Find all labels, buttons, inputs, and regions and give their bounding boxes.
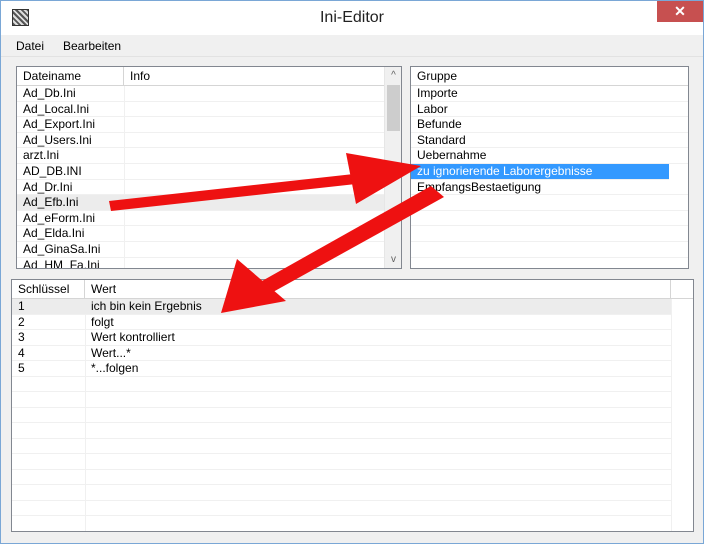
scroll-up-icon[interactable]: ^	[385, 67, 401, 84]
value-row[interactable]: 1 ich bin kein Ergebnis	[12, 299, 671, 315]
file-name: Ad_Elda.Ini	[23, 226, 85, 241]
empty-row	[12, 377, 671, 392]
file-name: Ad_Export.Ini	[23, 117, 96, 132]
empty-row	[411, 226, 688, 242]
column-header-dateiname[interactable]: Dateiname	[17, 67, 124, 85]
group-row[interactable]: zu ignorierende Laborergebnisse	[411, 164, 669, 180]
file-name: Ad_Efb.Ini	[23, 195, 79, 210]
title-bar: Ini-Editor ✕	[1, 1, 703, 35]
empty-row	[12, 516, 671, 531]
key-cell: 1	[18, 299, 25, 313]
group-row[interactable]: Befunde	[411, 117, 688, 133]
group-list-header: Gruppe	[411, 67, 688, 86]
file-row[interactable]: Ad_HM_Fa.Ini	[17, 257, 385, 269]
file-row[interactable]: Ad_Dr.Ini	[17, 180, 385, 196]
group-list[interactable]: Gruppe Importe Labor Befunde Standard Uebern…	[410, 66, 689, 269]
value-cell: *...folgen	[91, 361, 139, 375]
column-header-gruppe[interactable]: Gruppe	[411, 67, 688, 85]
close-button[interactable]: ✕	[657, 1, 703, 22]
menu-bar: Datei Bearbeiten	[1, 35, 703, 57]
value-row[interactable]: 3 Wert kontrolliert	[12, 330, 671, 346]
file-name: arzt.Ini	[23, 148, 60, 163]
empty-row	[12, 501, 671, 516]
file-row[interactable]: Ad_Export.Ini	[17, 117, 385, 133]
group-row[interactable]: Standard	[411, 133, 688, 149]
empty-row	[12, 392, 671, 408]
scroll-down-icon[interactable]: v	[385, 251, 401, 268]
empty-row	[12, 408, 671, 423]
file-name: Ad_GinaSa.Ini	[23, 242, 101, 256]
file-name: Ad_Local.Ini	[23, 101, 90, 116]
value-row[interactable]: 5 *...folgen	[12, 361, 671, 377]
empty-row	[411, 195, 688, 211]
empty-row	[12, 423, 671, 439]
empty-row	[12, 485, 671, 501]
column-header-schluessel[interactable]: Schlüssel	[12, 280, 85, 298]
column-header-wert[interactable]: Wert	[85, 280, 671, 298]
group-name: Labor	[417, 101, 448, 116]
key-cell: 4	[18, 345, 25, 360]
value-cell: ich bin kein Ergebnis	[91, 299, 202, 313]
group-name: Uebernahme	[417, 148, 487, 163]
value-cell: Wert...*	[91, 345, 131, 360]
file-row[interactable]: Ad_Elda.Ini	[17, 226, 385, 242]
column-divider	[671, 299, 672, 531]
value-cell: folgt	[91, 314, 114, 329]
file-row[interactable]: arzt.Ini	[17, 148, 385, 164]
file-row[interactable]: Ad_Local.Ini	[17, 102, 385, 118]
group-name: Befunde	[417, 117, 462, 132]
value-row[interactable]: 4 Wert...*	[12, 345, 671, 361]
value-list-header: Schlüssel Wert	[12, 280, 693, 299]
empty-row	[411, 211, 688, 227]
empty-row	[12, 439, 671, 454]
file-name: AD_DB.INI	[23, 164, 82, 178]
file-row[interactable]: AD_DB.INI	[17, 164, 385, 180]
file-row[interactable]: Ad_Db.Ini	[17, 86, 385, 102]
file-row[interactable]: Ad_eForm.Ini	[17, 211, 385, 227]
group-name: EmpfangsBestaetigung	[417, 179, 542, 194]
empty-row	[411, 242, 688, 258]
group-row[interactable]: Importe	[411, 86, 688, 102]
file-name: Ad_Users.Ini	[23, 132, 92, 147]
file-list[interactable]: Dateiname Info Ad_Db.Ini Ad_Local.Ini Ad_E…	[16, 66, 402, 269]
key-cell: 3	[18, 330, 25, 344]
group-name: Standard	[417, 132, 466, 147]
file-name: Ad_Dr.Ini	[23, 179, 73, 194]
window-title: Ini-Editor	[319, 9, 385, 26]
column-header-info[interactable]: Info	[124, 67, 385, 85]
file-row[interactable]: Ad_Users.Ini	[17, 133, 385, 149]
file-row[interactable]: Ad_Efb.Ini	[17, 195, 385, 211]
empty-row	[12, 470, 671, 485]
file-name: Ad_Db.Ini	[23, 86, 76, 100]
file-name: Ad_eForm.Ini	[23, 210, 96, 225]
group-row[interactable]: EmpfangsBestaetigung	[411, 180, 688, 196]
file-row[interactable]: Ad_GinaSa.Ini	[17, 242, 385, 258]
group-row[interactable]: Uebernahme	[411, 148, 688, 164]
scroll-thumb[interactable]	[387, 85, 400, 131]
group-name: Importe	[417, 86, 458, 100]
file-list-scrollbar[interactable]: ^ v	[384, 67, 401, 268]
key-cell: 5	[18, 361, 25, 375]
value-row[interactable]: 2 folgt	[12, 314, 671, 330]
file-list-header: Dateiname Info	[17, 67, 385, 86]
value-cell: Wert kontrolliert	[91, 330, 175, 344]
value-list[interactable]: Schlüssel Wert 1 ich bin kein Ergebnis 2 fo…	[11, 279, 694, 532]
empty-row	[12, 454, 671, 470]
group-row[interactable]: Labor	[411, 102, 688, 118]
menu-bearbeiten[interactable]: Bearbeiten	[63, 39, 121, 53]
menu-datei[interactable]: Datei	[16, 39, 44, 53]
ini-editor-window: Ini-Editor ✕ Datei Bearbeiten Dateiname …	[0, 0, 704, 544]
group-name: zu ignorierende Laborergebnisse	[417, 164, 593, 178]
key-cell: 2	[18, 314, 25, 329]
file-name: Ad_HM_Fa.Ini	[23, 257, 100, 269]
